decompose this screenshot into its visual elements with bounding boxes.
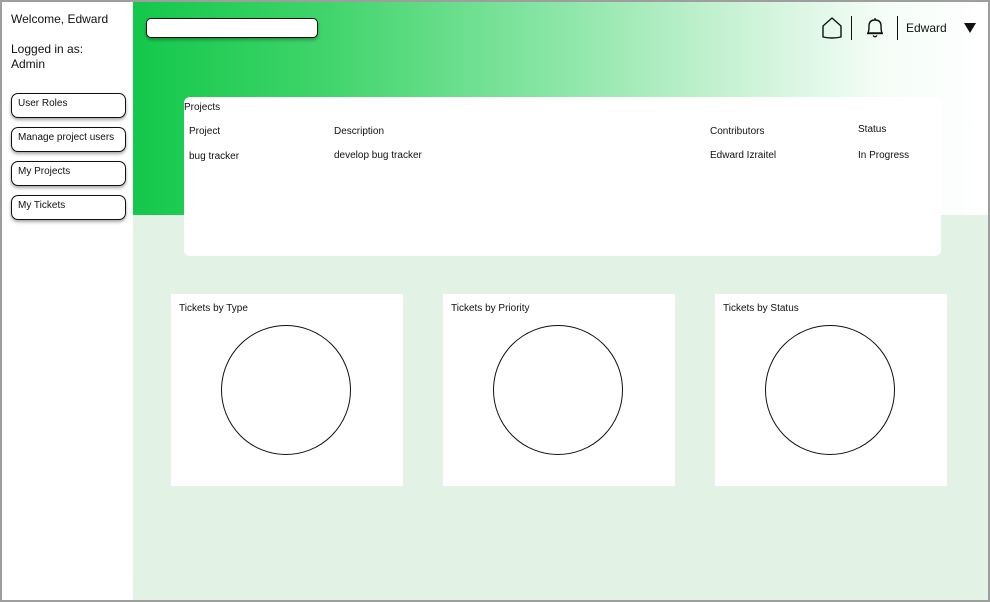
- status-cell: In Progress: [858, 150, 910, 161]
- logged-in-label: Logged in as:: [11, 42, 84, 56]
- tickets-by-priority-pie: [493, 325, 623, 455]
- projects-card: Projects Project Description Contributor…: [184, 97, 941, 256]
- column-header-description: Description: [334, 126, 385, 137]
- sidebar: Welcome, Edward Logged in as: Admin User…: [2, 2, 133, 600]
- home-icon[interactable]: [821, 16, 843, 40]
- my-projects-button[interactable]: My Projects: [11, 161, 126, 186]
- user-role: Admin: [11, 57, 46, 71]
- user-menu-name[interactable]: Edward: [906, 21, 947, 35]
- bell-icon[interactable]: [864, 16, 886, 40]
- user-roles-button[interactable]: User Roles: [11, 93, 126, 118]
- welcome-text: Welcome, Edward: [11, 12, 109, 26]
- column-header-contributors: Contributors: [710, 126, 765, 137]
- column-header-status: Status: [858, 124, 887, 135]
- description-cell: develop bug tracker: [334, 150, 422, 161]
- projects-title: Projects: [184, 102, 221, 113]
- divider: [851, 16, 852, 40]
- project-name-cell[interactable]: bug tracker: [189, 151, 239, 162]
- tickets-by-type-pie: [221, 325, 351, 455]
- caret-down-icon[interactable]: [963, 22, 977, 34]
- tickets-by-type-card: Tickets by Type: [171, 294, 403, 486]
- search-input[interactable]: [146, 18, 318, 38]
- app-frame: Welcome, Edward Logged in as: Admin User…: [0, 0, 990, 602]
- contributors-cell: Edward Izraitel: [710, 150, 777, 161]
- tickets-by-status-card: Tickets by Status: [715, 294, 947, 486]
- column-header-project: Project: [189, 126, 221, 137]
- login-info: Logged in as: Admin: [11, 42, 83, 72]
- divider: [897, 16, 898, 40]
- main-content: Edward Projects Project Description Cont…: [133, 2, 988, 600]
- tickets-by-status-pie: [765, 325, 895, 455]
- tickets-by-priority-card: Tickets by Priority: [443, 294, 675, 486]
- manage-project-users-button[interactable]: Manage project users: [11, 127, 126, 152]
- my-tickets-button[interactable]: My Tickets: [11, 195, 126, 220]
